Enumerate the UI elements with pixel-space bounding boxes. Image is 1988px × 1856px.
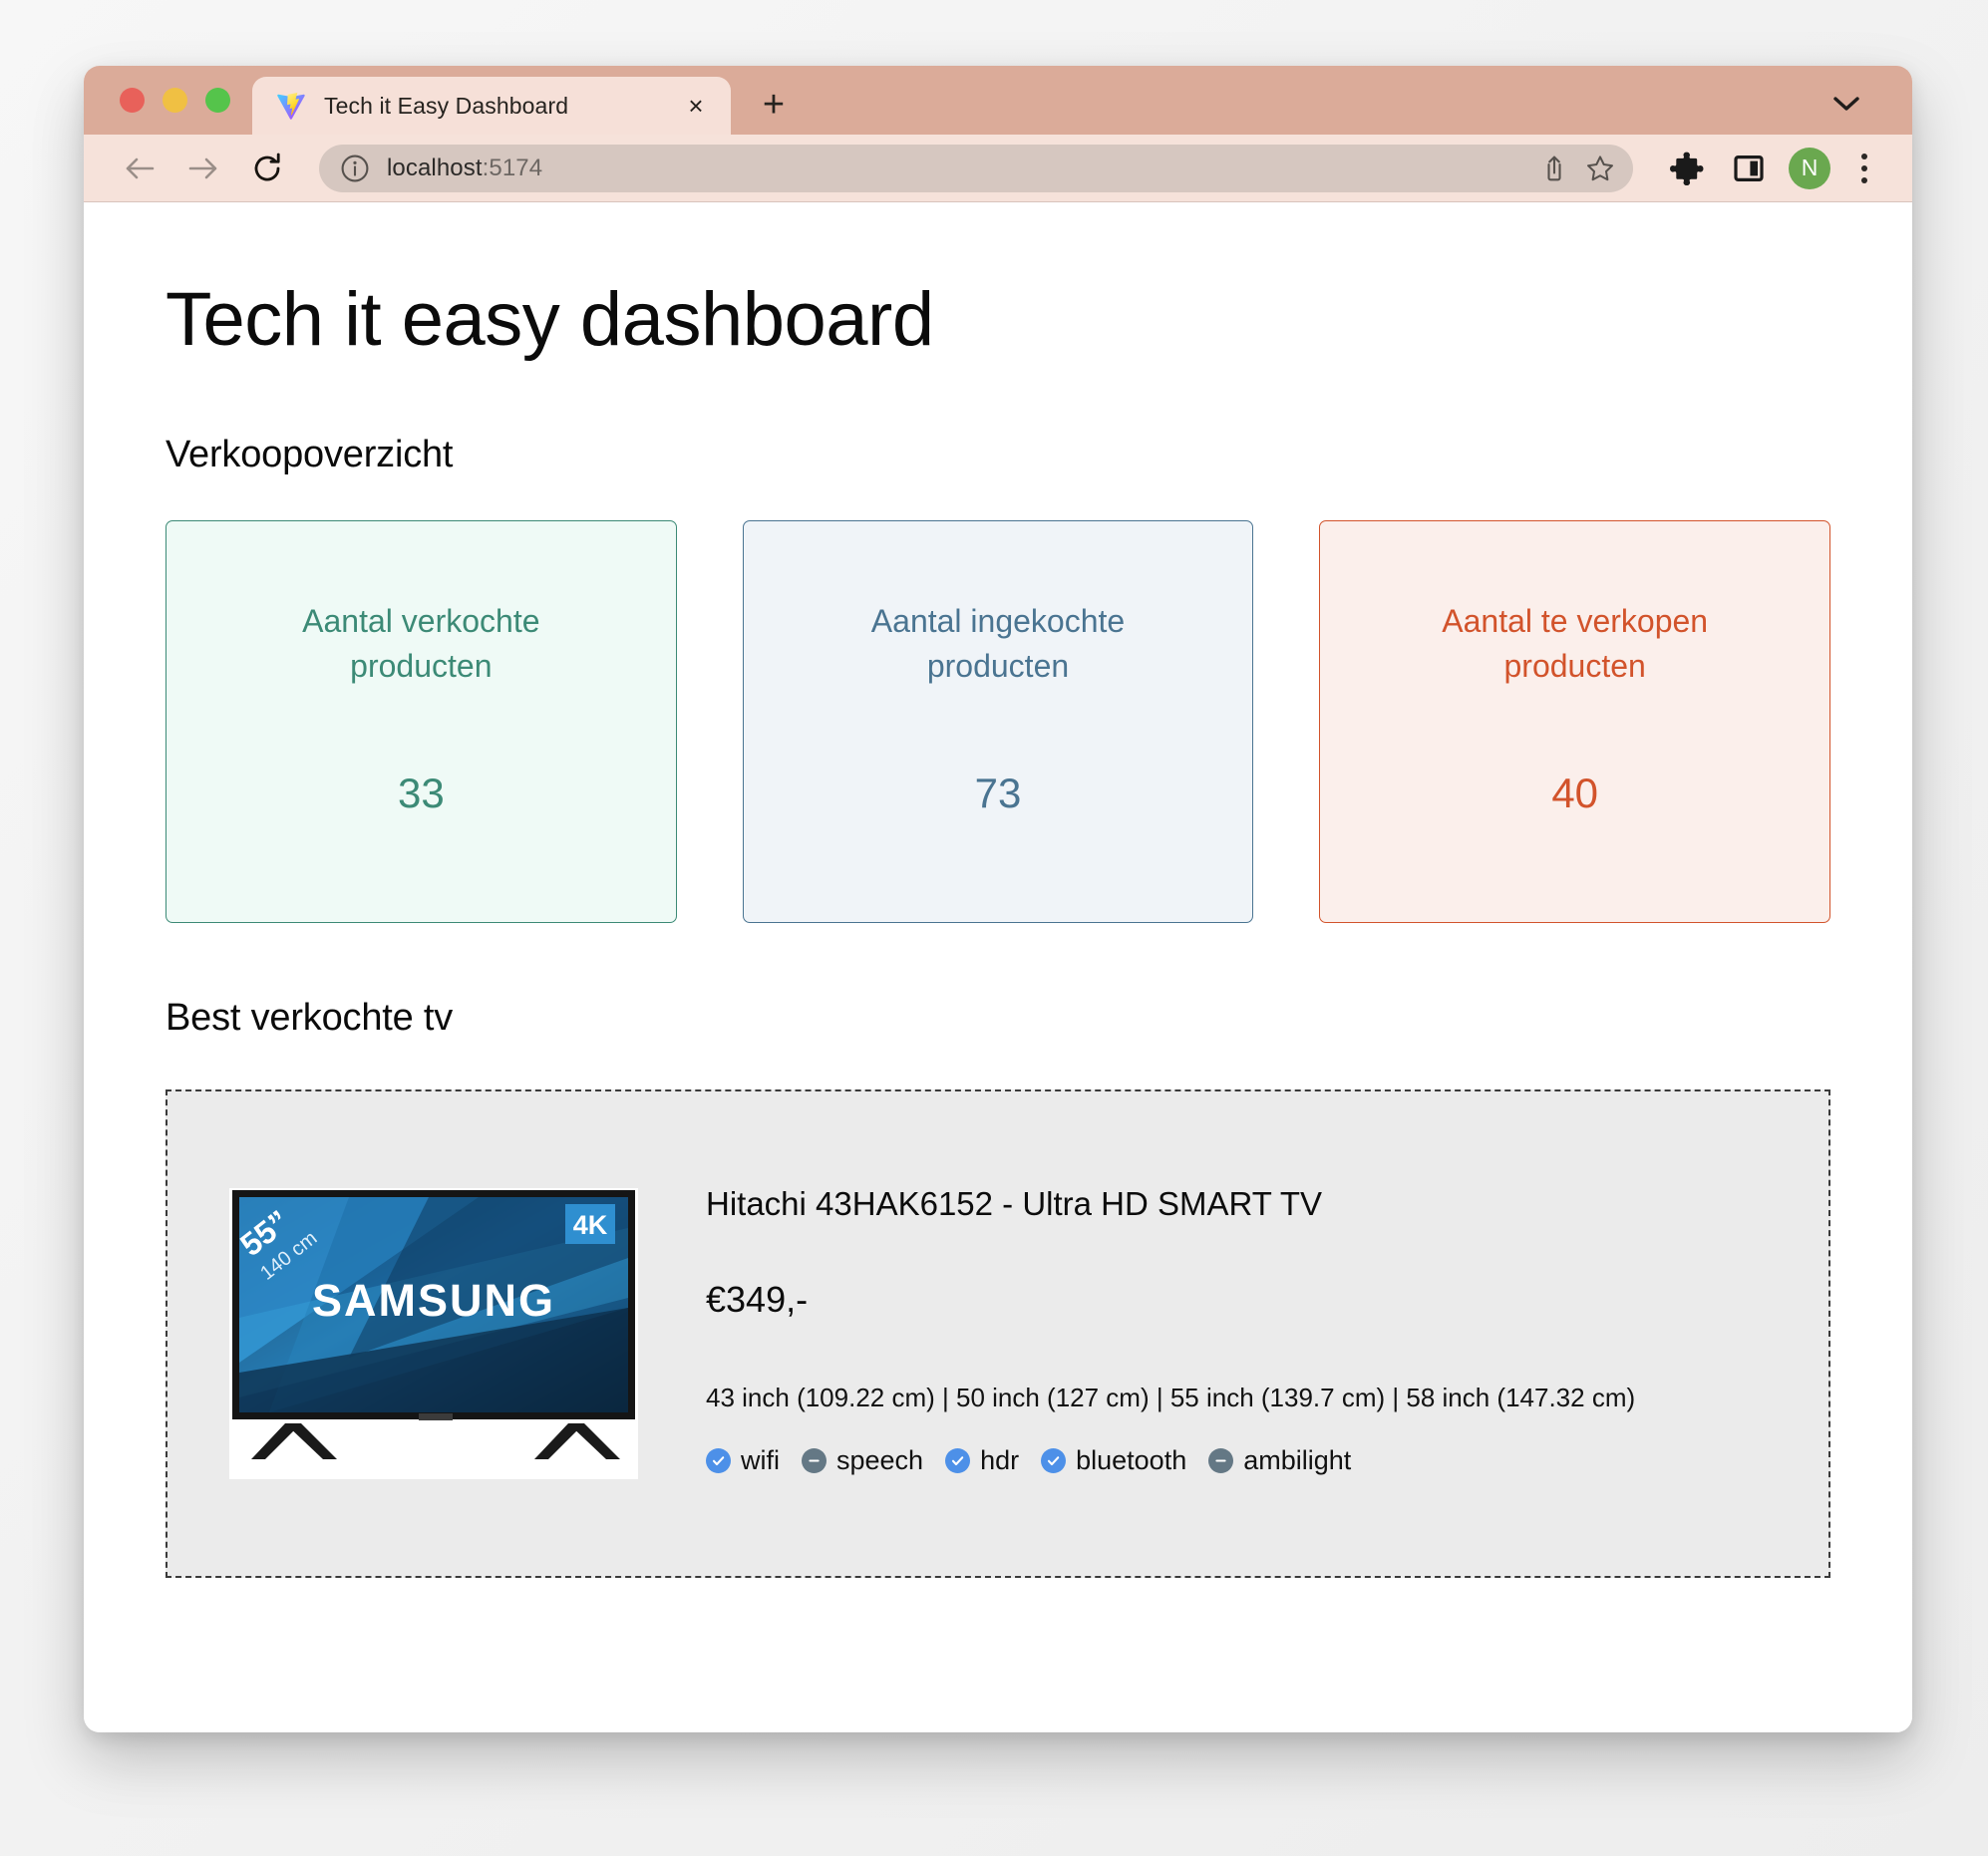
close-window-button[interactable]: [120, 88, 145, 113]
tab-title: Tech it Easy Dashboard: [324, 92, 569, 119]
tv-product-image: 55” 140 cm 4K SAMSUNG: [229, 1187, 638, 1479]
new-tab-button[interactable]: +: [747, 78, 801, 132]
feature-wifi: wifi: [706, 1445, 780, 1476]
browser-menu-button[interactable]: [1842, 143, 1886, 194]
extensions-button[interactable]: [1661, 143, 1713, 194]
arrow-left-icon: [126, 157, 155, 178]
url-port: :5174: [482, 154, 543, 181]
minus-circle-icon: [802, 1447, 827, 1473]
stat-card-sold[interactable]: Aantal verkochte producten 33: [166, 519, 677, 923]
feature-speech: speech: [802, 1445, 923, 1476]
check-circle-icon: [945, 1447, 971, 1473]
feature-label: speech: [836, 1444, 924, 1475]
best-selling-tv-card[interactable]: 55” 140 cm 4K SAMSUNG Hitachi 43HAK6152 …: [166, 1088, 1830, 1578]
stat-card-label: Aantal te verkopen producten: [1442, 602, 1709, 684]
dashboard-page: Tech it easy dashboard Verkoopoverzicht …: [84, 280, 1912, 1578]
feature-bluetooth: bluetooth: [1041, 1445, 1186, 1476]
side-panel-button[interactable]: [1723, 143, 1775, 194]
product-info: Hitachi 43HAK6152 - Ultra HD SMART TV €3…: [706, 1185, 1828, 1482]
side-panel-icon: [1734, 155, 1764, 181]
maximize-window-button[interactable]: [205, 88, 230, 113]
chevron-down-icon: [1833, 97, 1859, 111]
stat-card-purchased[interactable]: Aantal ingekochte producten 73: [742, 519, 1254, 923]
url-text: localhost:5174: [387, 155, 1531, 182]
feature-ambilight: ambilight: [1208, 1445, 1351, 1476]
forward-button[interactable]: [177, 143, 229, 194]
feature-label: hdr: [980, 1444, 1020, 1475]
page-title: Tech it easy dashboard: [166, 277, 934, 362]
reload-button[interactable]: [241, 143, 293, 194]
product-name: Hitachi 43HAK6152 - Ultra HD SMART TV: [706, 1184, 1323, 1222]
puzzle-icon: [1670, 152, 1704, 185]
feature-label: wifi: [741, 1444, 780, 1475]
kebab-dot: [1861, 176, 1867, 183]
bookmark-button[interactable]: [1577, 146, 1623, 191]
page-viewport: Tech it easy dashboard Verkoopoverzicht …: [84, 202, 1912, 1732]
kebab-dot: [1861, 164, 1867, 171]
window-traffic-lights: [84, 66, 252, 135]
feature-label: ambilight: [1243, 1444, 1352, 1475]
svg-text:SAMSUNG: SAMSUNG: [312, 1275, 555, 1326]
check-circle-icon: [1041, 1447, 1067, 1473]
feature-label: bluetooth: [1076, 1444, 1187, 1475]
feature-hdr: hdr: [945, 1445, 1019, 1476]
stat-card-value: 73: [974, 770, 1022, 817]
minimize-window-button[interactable]: [163, 88, 187, 113]
svg-text:4K: 4K: [573, 1210, 608, 1240]
stat-cards-row: Aantal verkochte producten 33 Aantal ing…: [166, 519, 1831, 923]
back-button[interactable]: [114, 143, 166, 194]
profile-avatar[interactable]: N: [1789, 147, 1830, 189]
address-bar[interactable]: localhost:5174: [319, 144, 1633, 192]
url-host: localhost: [387, 154, 483, 181]
reload-icon: [254, 153, 280, 180]
stat-card-label: Aantal verkochte producten: [302, 602, 540, 684]
browser-toolbar: localhost:5174 N: [84, 135, 1912, 202]
best-selling-tv-heading: Best verkochte tv: [166, 996, 454, 1039]
sales-overview-heading: Verkoopoverzicht: [166, 433, 454, 475]
product-feature-list: wifi speech hdr bluetooth ambilight: [706, 1445, 1828, 1476]
check-circle-icon: [706, 1447, 731, 1473]
star-icon: [1587, 155, 1613, 180]
tab-search-button[interactable]: [1826, 87, 1866, 121]
stat-card-value: 40: [1551, 770, 1599, 817]
close-tab-button[interactable]: ×: [679, 89, 713, 123]
info-circle-icon[interactable]: [339, 153, 371, 184]
stat-card-to-sell[interactable]: Aantal te verkopen producten 40: [1319, 519, 1831, 923]
browser-tab[interactable]: Tech it Easy Dashboard ×: [252, 77, 731, 135]
browser-window: Tech it Easy Dashboard × + localhost:517…: [84, 66, 1912, 1732]
kebab-dot: [1861, 153, 1867, 159]
vite-logo-icon: [277, 92, 305, 120]
product-price: €349,-: [706, 1278, 809, 1320]
product-sizes: 43 inch (109.22 cm) | 50 inch (127 cm) |…: [706, 1382, 1636, 1412]
share-icon: [1547, 155, 1561, 180]
tab-strip: Tech it Easy Dashboard × +: [84, 66, 1912, 135]
arrow-right-icon: [188, 157, 217, 178]
stat-card-label: Aantal ingekochte producten: [870, 602, 1126, 684]
stat-card-value: 33: [397, 770, 445, 817]
share-button[interactable]: [1531, 146, 1577, 191]
minus-circle-icon: [1208, 1447, 1234, 1473]
